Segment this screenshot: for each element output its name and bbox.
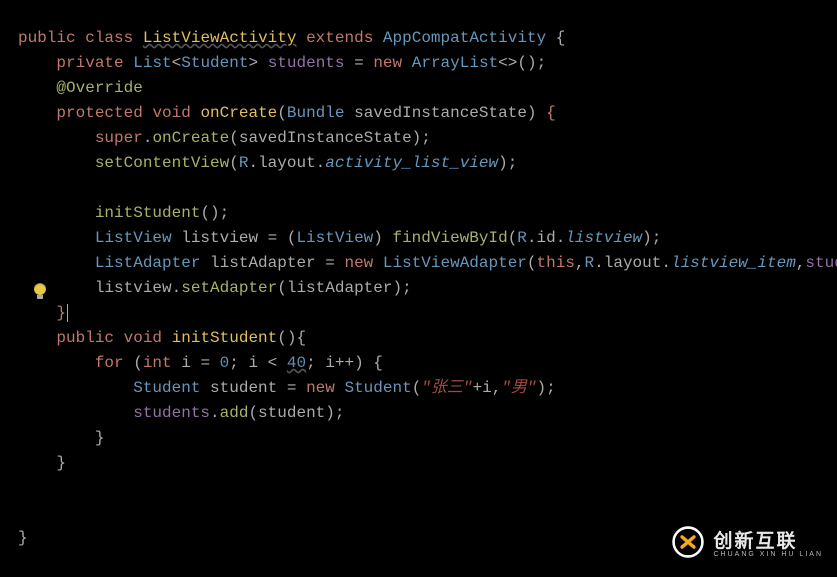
code-line: protected void onCreate(Bundle savedInst… xyxy=(18,104,556,122)
lightbulb-icon[interactable] xyxy=(34,283,46,295)
code-line: ListView listview = (ListView) findViewB… xyxy=(18,229,661,247)
code-line: initStudent(); xyxy=(18,204,229,222)
code-line: listview.setAdapter(listAdapter); xyxy=(18,279,412,297)
code-line: Student student = new Student("张三"+i,"男"… xyxy=(18,379,556,397)
code-line: public void initStudent(){ xyxy=(18,329,306,347)
code-line: } xyxy=(18,454,66,472)
code-line: ListAdapter listAdapter = new ListViewAd… xyxy=(18,254,837,272)
code-line: } xyxy=(18,529,28,547)
code-line: public class ListViewActivity extends Ap… xyxy=(18,29,565,47)
code-line: @Override xyxy=(18,79,143,97)
code-line: super.onCreate(savedInstanceState); xyxy=(18,129,431,147)
code-line: } xyxy=(18,304,68,322)
code-line: students.add(student); xyxy=(18,404,344,422)
code-editor[interactable]: public class ListViewActivity extends Ap… xyxy=(0,16,837,551)
code-line: for (int i = 0; i < 40; i++) { xyxy=(18,354,383,372)
watermark-text-zh: 创新互联 xyxy=(713,532,823,551)
watermark-text-en: CHUANG XIN HU LIAN xyxy=(713,551,823,559)
code-line xyxy=(18,179,28,197)
code-line xyxy=(18,504,28,522)
code-line: setContentView(R.layout.activity_list_vi… xyxy=(18,154,517,172)
code-line xyxy=(18,479,28,497)
code-line: private List<Student> students = new Arr… xyxy=(18,54,546,72)
code-line: } xyxy=(18,429,104,447)
